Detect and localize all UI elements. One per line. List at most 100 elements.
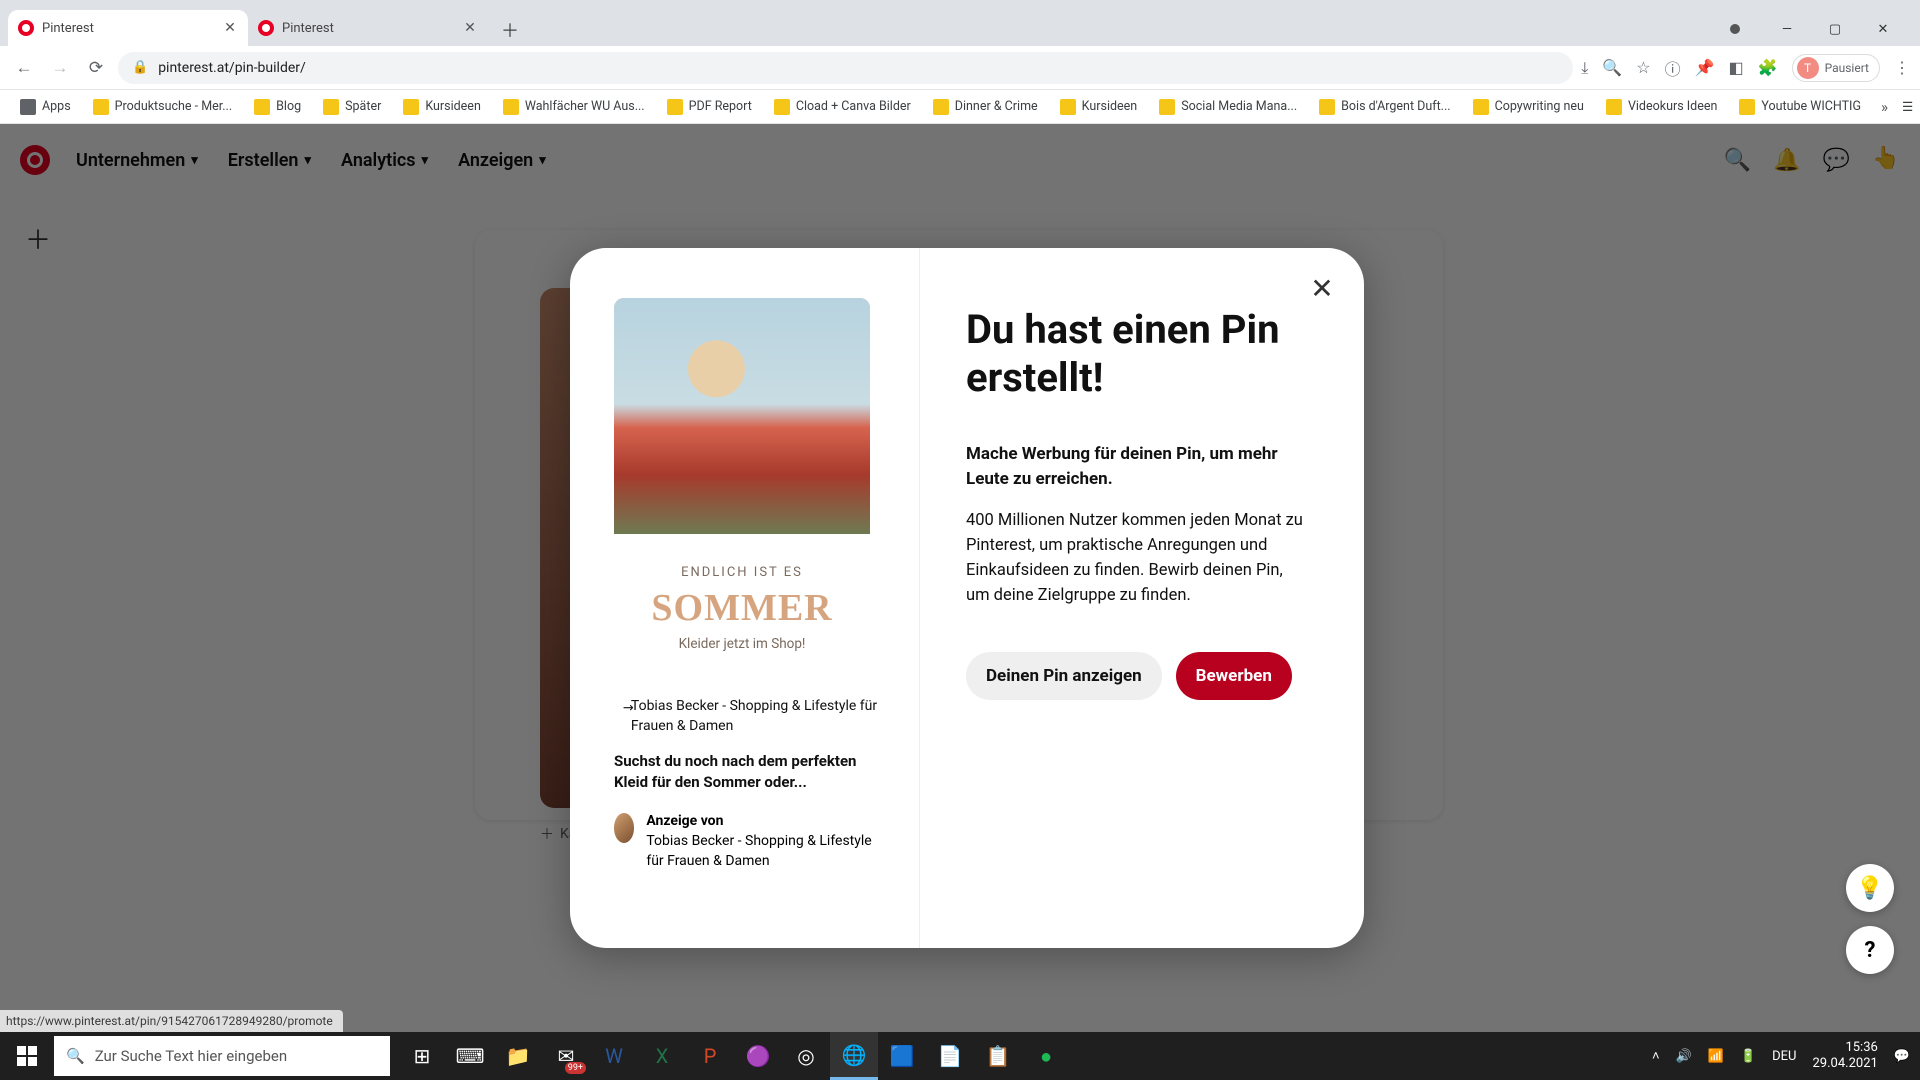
windows-taskbar: 🔍 Zur Suche Text hier eingeben ⊞ ⌨ 📁 ✉ W… — [0, 1032, 1920, 1080]
modal-subtitle: Mache Werbung für deinen Pin, um mehr Le… — [966, 442, 1320, 491]
edge-app-icon[interactable]: 🟦 — [878, 1032, 926, 1080]
nav-reload-button[interactable]: ⟳ — [82, 54, 110, 82]
bookmark-item[interactable]: Dinner & Crime — [925, 95, 1046, 119]
pin-overlay-line1: ENDLICH IST ES — [681, 565, 803, 580]
powerpoint-app-icon[interactable]: P — [686, 1032, 734, 1080]
reading-list-button[interactable]: ☰Leseliste — [1894, 95, 1920, 119]
bookmark-item[interactable]: PDF Report — [659, 95, 760, 119]
task-view-button[interactable]: ⊞ — [398, 1032, 446, 1080]
nav-forward-button[interactable]: → — [46, 54, 74, 82]
bookmark-item[interactable]: Copywriting neu — [1465, 95, 1592, 119]
tray-language[interactable]: DEU — [1772, 1049, 1796, 1064]
window-minimize-button[interactable]: — — [1764, 12, 1810, 46]
new-tab-button[interactable]: ＋ — [494, 14, 526, 46]
spotify-app-icon[interactable]: ● — [1022, 1032, 1070, 1080]
extensions-puzzle-icon[interactable]: 🧩 — [1758, 58, 1778, 77]
bookmark-label: Videokurs Ideen — [1628, 99, 1717, 114]
bookmark-item[interactable]: Videokurs Ideen — [1598, 95, 1725, 119]
install-app-icon[interactable]: ⤓ — [1581, 58, 1588, 78]
window-maximize-button[interactable]: ▢ — [1812, 12, 1858, 46]
extensions-pin-icon[interactable]: 📌 — [1695, 58, 1715, 77]
bookmark-item[interactable]: Youtube WICHTIG — [1731, 95, 1869, 119]
bookmark-label: Copywriting neu — [1495, 99, 1584, 114]
notepad-app-icon[interactable]: 📄 — [926, 1032, 974, 1080]
taskbar-app[interactable]: 📋 — [974, 1032, 1022, 1080]
mail-app-icon[interactable]: ✉ — [542, 1032, 590, 1080]
bookmark-overflow-icon[interactable]: » — [1881, 98, 1888, 116]
pin-attribution: Tobias Becker - Shopping & Lifestyle für… — [631, 696, 885, 737]
close-tab-icon[interactable]: ✕ — [462, 20, 478, 36]
extension-icon[interactable]: ◧ — [1729, 58, 1744, 77]
bookmark-item[interactable]: Später — [315, 95, 389, 119]
bookmark-item[interactable]: Kursideen — [395, 95, 489, 119]
file-explorer-icon[interactable]: 📁 — [494, 1032, 542, 1080]
bookmark-item[interactable]: Kursideen — [1052, 95, 1146, 119]
tray-wifi-icon[interactable]: 📶 — [1708, 1049, 1724, 1064]
chrome-account-indicator[interactable] — [1730, 24, 1740, 34]
tray-volume-icon[interactable]: 🔊 — [1676, 1049, 1692, 1064]
taskbar-app[interactable]: ⌨ — [446, 1032, 494, 1080]
taskbar-app[interactable]: 🟣 — [734, 1032, 782, 1080]
close-tab-icon[interactable]: ✕ — [222, 20, 238, 36]
bookmark-label: Youtube WICHTIG — [1761, 99, 1861, 114]
promote-pin-button[interactable]: Bewerben — [1176, 652, 1292, 700]
bookmark-item[interactable]: Produktsuche - Mer... — [85, 95, 240, 119]
modal-close-button[interactable]: ✕ — [1302, 268, 1342, 308]
chrome-menu-icon[interactable]: ⋮ — [1894, 58, 1910, 77]
bookmark-apps[interactable]: Apps — [12, 95, 79, 119]
bookmark-bar: Apps Produktsuche - Mer... Blog Später K… — [0, 90, 1920, 124]
advertiser-avatar — [614, 813, 634, 843]
profile-state: Pausiert — [1825, 61, 1869, 75]
taskbar-search[interactable]: 🔍 Zur Suche Text hier eingeben — [54, 1036, 390, 1076]
bookmark-item[interactable]: Cload + Canva Bilder — [766, 95, 919, 119]
list-icon: ☰ — [1902, 99, 1913, 115]
bookmark-item[interactable]: Wahlfächer WU Aus... — [495, 95, 653, 119]
folder-icon — [1060, 99, 1076, 115]
folder-icon — [254, 99, 270, 115]
folder-icon — [503, 99, 519, 115]
url-text: pinterest.at/pin-builder/ — [158, 60, 306, 76]
browser-tabstrip: Pinterest ✕ Pinterest ✕ ＋ — ▢ ✕ — [0, 0, 1920, 46]
tray-battery-icon[interactable]: 🔋 — [1740, 1049, 1756, 1064]
view-pin-button[interactable]: Deinen Pin anzeigen — [966, 652, 1162, 700]
folder-icon — [1606, 99, 1622, 115]
bookmark-label: Kursideen — [425, 99, 481, 114]
reader-icon[interactable]: ⓘ — [1665, 56, 1681, 80]
bookmark-label: Cload + Canva Bilder — [796, 99, 911, 114]
bookmark-item[interactable]: Blog — [246, 95, 309, 119]
nav-back-button[interactable]: ← — [10, 54, 38, 82]
ideas-fab[interactable]: 💡 — [1846, 864, 1894, 912]
bookmark-label: Produktsuche - Mer... — [115, 99, 232, 114]
browser-tab-0[interactable]: Pinterest ✕ — [8, 10, 248, 46]
start-button[interactable] — [0, 1032, 54, 1080]
help-fab[interactable]: ? — [1846, 926, 1894, 974]
bookmark-star-icon[interactable]: ☆ — [1636, 58, 1650, 77]
zoom-icon[interactable]: 🔍 — [1602, 58, 1622, 77]
tray-chevron-icon[interactable]: ˄ — [1652, 1048, 1660, 1064]
word-app-icon[interactable]: W — [590, 1032, 638, 1080]
chrome-app-icon[interactable]: 🌐 — [830, 1032, 878, 1080]
button-label: Deinen Pin anzeigen — [986, 666, 1142, 686]
search-icon: 🔍 — [66, 1047, 85, 1065]
window-close-button[interactable]: ✕ — [1860, 12, 1906, 46]
profile-chip[interactable]: T Pausiert — [1792, 54, 1880, 82]
folder-icon — [667, 99, 683, 115]
folder-icon — [1473, 99, 1489, 115]
browser-tab-1[interactable]: Pinterest ✕ — [248, 10, 488, 46]
ad-by-label: Anzeige von — [646, 811, 885, 831]
tray-clock[interactable]: 15:36 29.04.2021 — [1813, 1040, 1878, 1071]
folder-icon — [1159, 99, 1175, 115]
modal-title: Du hast einen Pin erstellt! — [966, 306, 1320, 402]
address-bar[interactable]: 🔒 pinterest.at/pin-builder/ — [118, 52, 1573, 84]
ad-by-name: Tobias Becker - Shopping & Lifestyle für… — [646, 831, 885, 872]
excel-app-icon[interactable]: X — [638, 1032, 686, 1080]
bookmark-item[interactable]: Bois d'Argent Duft... — [1311, 95, 1458, 119]
folder-icon — [1739, 99, 1755, 115]
bookmark-item[interactable]: Social Media Mana... — [1151, 95, 1305, 119]
tab-title: Pinterest — [42, 21, 94, 36]
action-center-icon[interactable]: 💬 — [1894, 1049, 1910, 1064]
folder-icon — [774, 99, 790, 115]
bookmark-label: Apps — [42, 99, 71, 114]
obs-app-icon[interactable]: ◎ — [782, 1032, 830, 1080]
folder-icon — [933, 99, 949, 115]
